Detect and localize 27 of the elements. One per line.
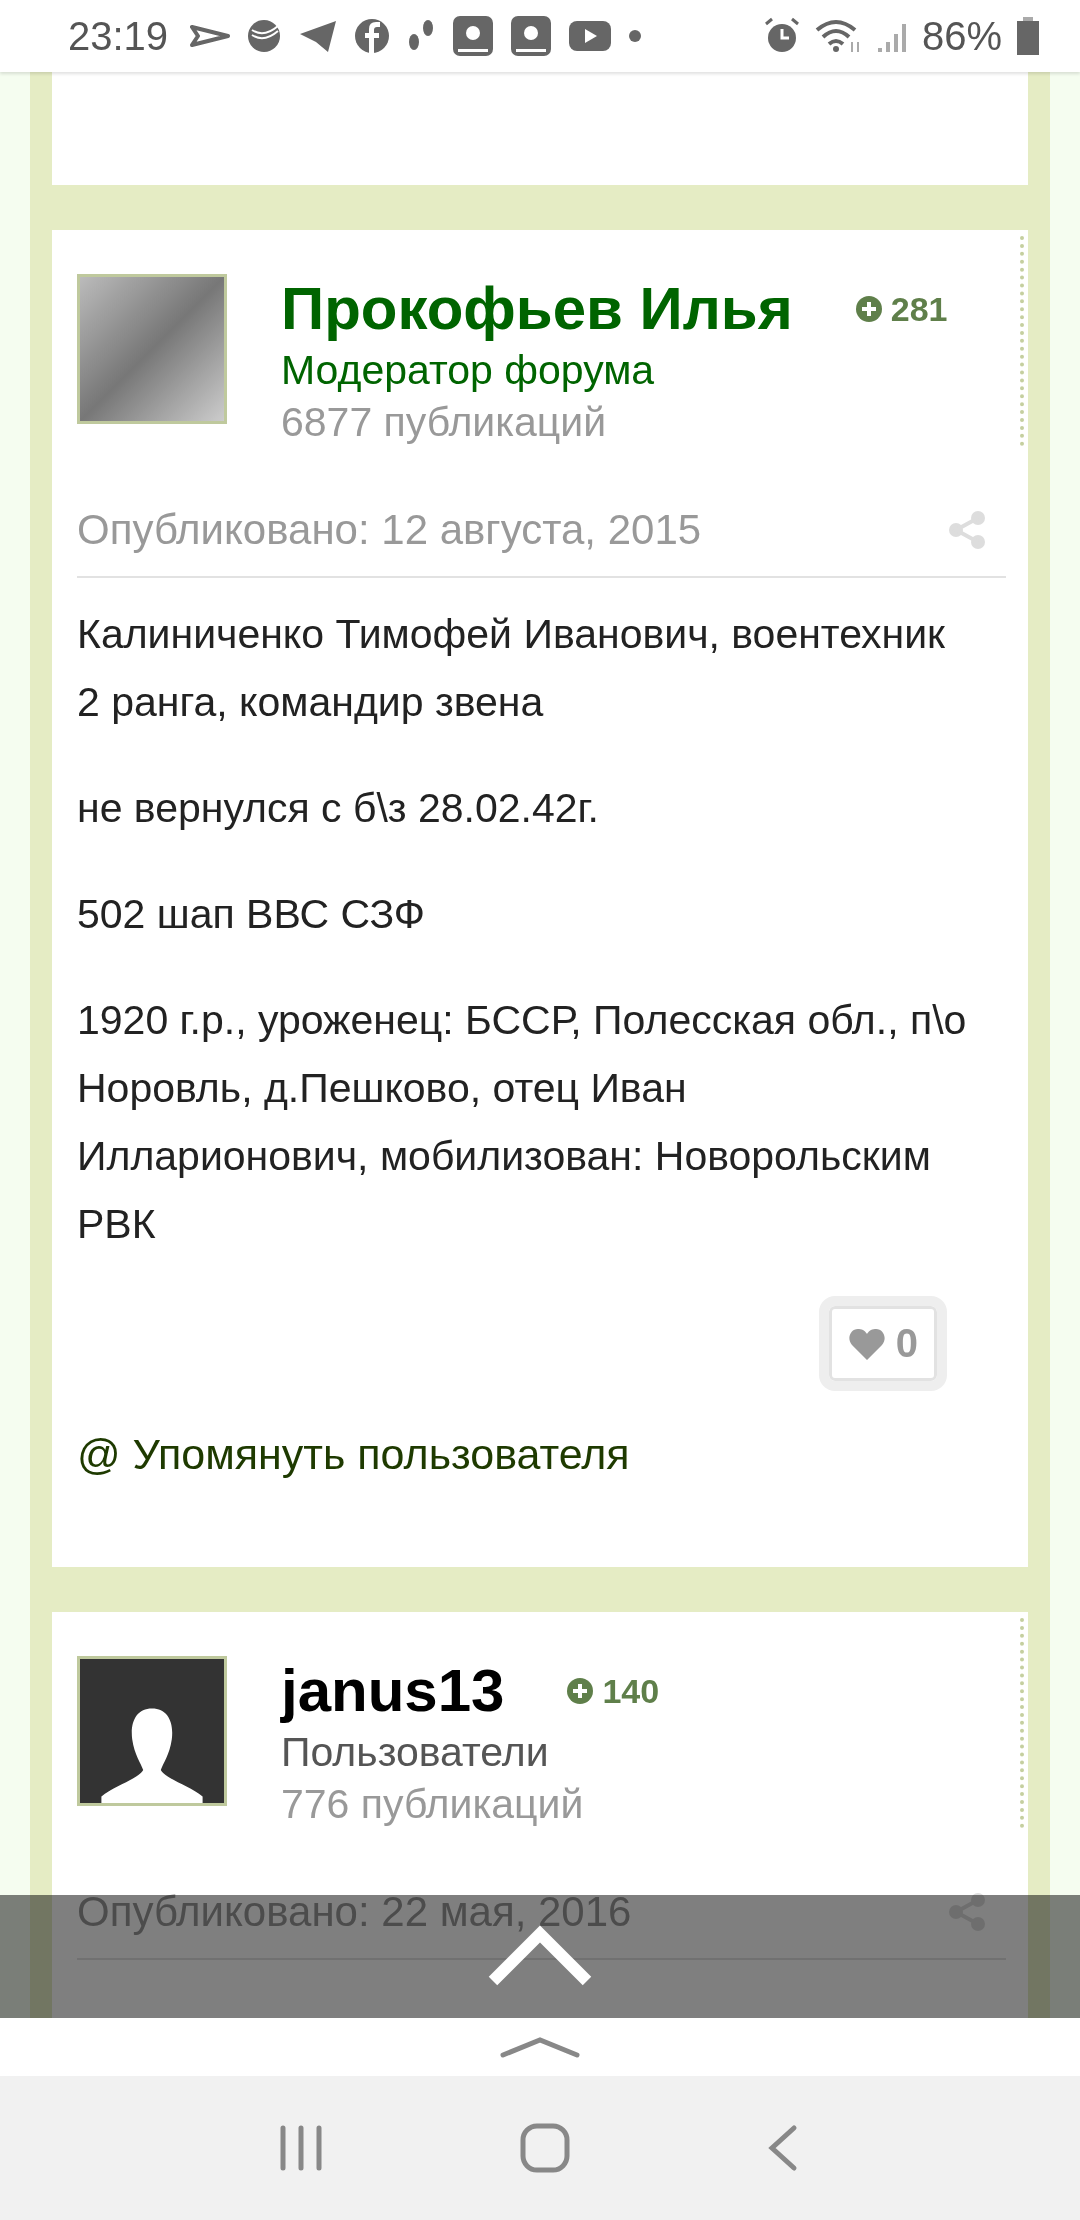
- dot-icon: [628, 29, 643, 43]
- scroll-to-top-button[interactable]: [0, 1895, 1080, 2018]
- author-name-link[interactable]: Прокофьев Илья: [281, 274, 793, 344]
- battery-percent: 86%: [921, 13, 1002, 59]
- plus-icon: [854, 295, 883, 323]
- battery-icon: [1016, 16, 1040, 56]
- reputation-count: 140: [602, 1671, 660, 1711]
- post-count: 776 публикаций: [281, 1780, 585, 1829]
- post-text: не вернулся с б\з 28.02.42г.: [77, 784, 600, 833]
- user-group-label: Модератор форума: [281, 346, 656, 395]
- share-icon[interactable]: [948, 1893, 986, 1931]
- post-text: Калиниченко Тимофей Иванович, воентехник 2 ранга, командир звена: [77, 610, 947, 727]
- youtube-icon: [568, 20, 613, 52]
- telegram-icon: [298, 18, 339, 54]
- user-group-label: Пользователи: [281, 1728, 550, 1777]
- panel-handle-icon[interactable]: [500, 2036, 580, 2058]
- post-text: 502 шап ВВС СЗФ: [77, 890, 427, 939]
- reputation-count: 281: [890, 289, 948, 329]
- publish-date: Опубликовано: 12 августа, 2015: [77, 506, 702, 554]
- post-count: 6877 публикаций: [281, 398, 608, 447]
- clock: 23:19: [68, 13, 169, 59]
- home-icon[interactable]: [519, 2122, 571, 2174]
- post-text: 1920 г.р., уроженец: БССР, Полесская обл., п\о Норовль, д.Пешково, отец Иван Илларионович, мобилизован: Новорольским РВК: [77, 996, 968, 1249]
- facebook-icon: [354, 18, 391, 54]
- author-name-link[interactable]: janus13: [281, 1656, 505, 1726]
- plus-icon: [566, 1677, 595, 1705]
- mention-user-link[interactable]: @ Упомянуть пользователя: [77, 1429, 1003, 1479]
